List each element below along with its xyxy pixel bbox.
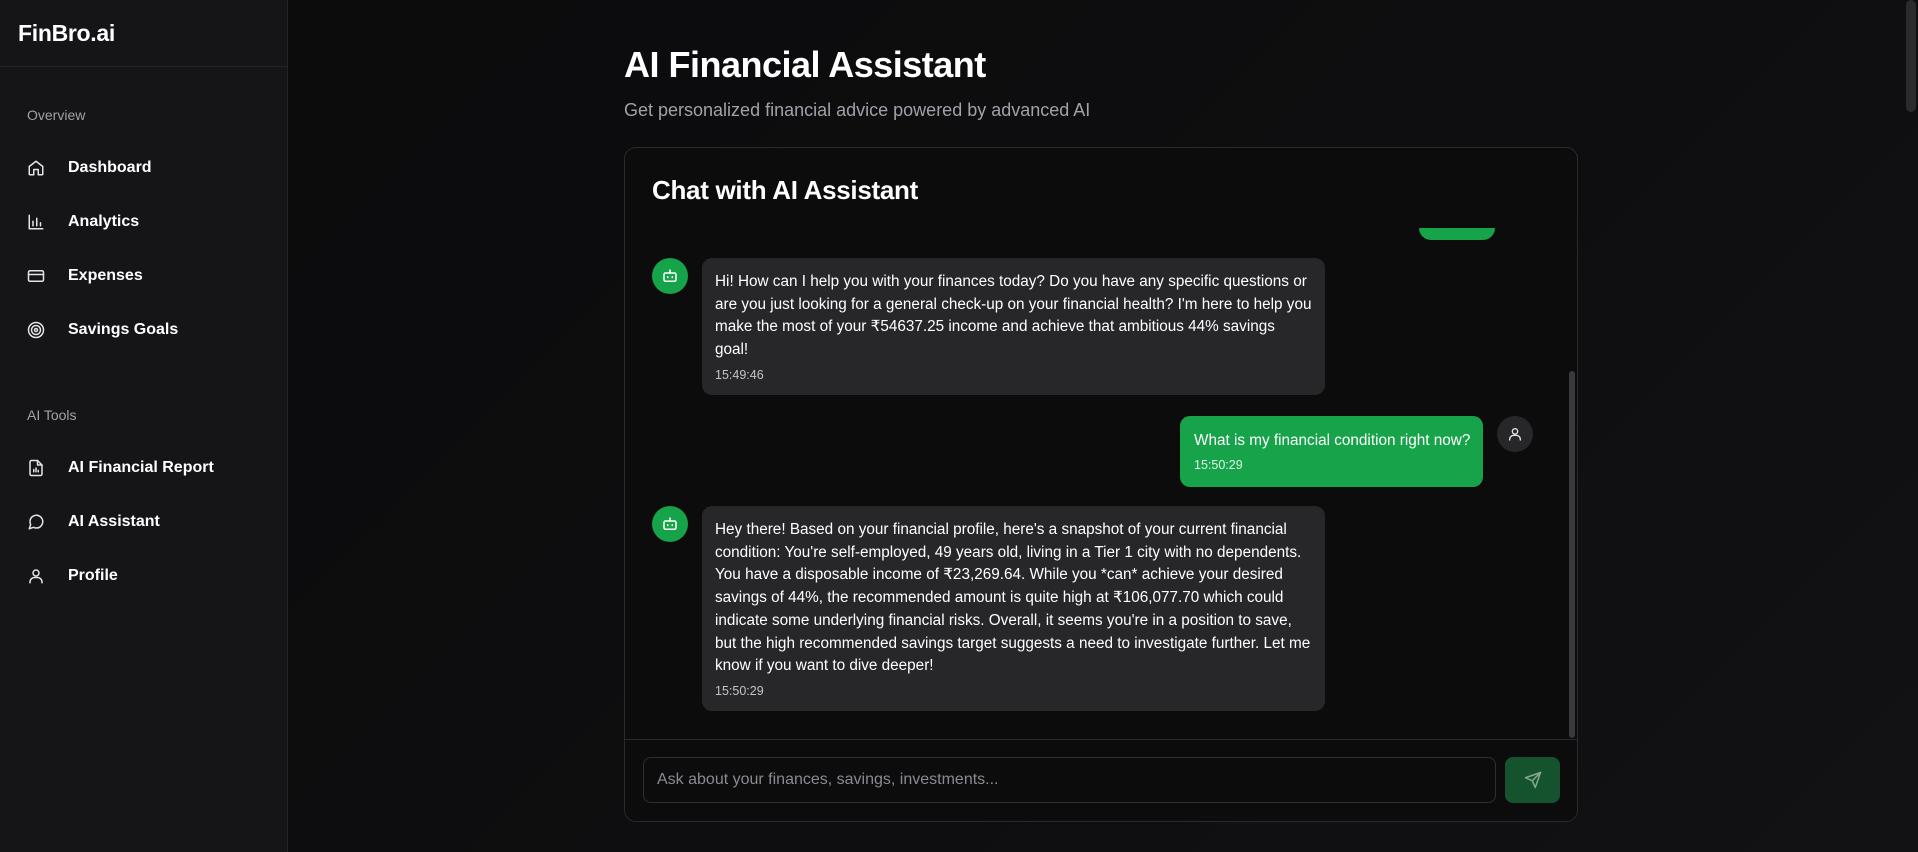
user-avatar — [1497, 416, 1534, 452]
bot-icon — [663, 517, 677, 530]
user-message-bubble: What is my financial condition right now… — [1180, 416, 1484, 487]
chat-scrollbar[interactable] — [1569, 371, 1575, 738]
sidebar-item-label: Analytics — [68, 213, 140, 230]
sidebar-item-label: AI Assistant — [68, 513, 160, 530]
section-label-ai-tools: AI Tools — [27, 407, 77, 423]
sidebar-item-label: Savings Goals — [68, 321, 179, 338]
assistant-message-bubble: Hi! How can I help you with your finance… — [702, 258, 1325, 395]
sidebar-item-label: AI Financial Report — [68, 459, 214, 476]
assistant-message: Hi! How can I help you with your finance… — [652, 258, 1325, 395]
chat-input-area — [625, 739, 1577, 821]
user-message: What is my financial condition right now… — [1180, 416, 1534, 487]
sidebar-item-label: Dashboard — [68, 159, 152, 176]
sidebar-item-label: Profile — [68, 567, 118, 584]
user-icon — [1509, 428, 1522, 441]
user-icon — [27, 567, 45, 585]
message-text: Hey there! Based on your financial profi… — [715, 521, 1311, 675]
message-text: What is my financial condition right now… — [1194, 432, 1471, 449]
message-time: 15:49:46 — [715, 367, 764, 382]
send-icon — [1524, 771, 1541, 789]
bot-avatar — [652, 506, 688, 542]
sidebar-item-label: Expenses — [68, 267, 143, 284]
message-text: Hi! How can I help you with your finance… — [715, 273, 1312, 359]
brand-logo[interactable]: FinBro.ai — [0, 0, 287, 67]
bar-chart-icon — [27, 213, 45, 231]
message-circle-icon — [27, 513, 45, 531]
sidebar-item-profile[interactable]: Profile — [0, 549, 287, 603]
sidebar-item-expenses[interactable]: Expenses — [0, 249, 287, 303]
sidebar-item-dashboard[interactable]: Dashboard — [0, 141, 287, 195]
page-scrollbar[interactable] — [1906, 0, 1916, 112]
message-time: 15:50:29 — [715, 683, 764, 698]
chat-card: Chat with AI Assistant Hi! How can I hel… — [624, 147, 1578, 822]
sidebar-item-ai-assistant[interactable]: AI Assistant — [0, 495, 287, 549]
sidebar-item-savings-goals[interactable]: Savings Goals — [0, 303, 287, 357]
send-button[interactable] — [1505, 757, 1560, 803]
chat-title: Chat with AI Assistant — [652, 175, 918, 205]
assistant-message-bubble: Hey there! Based on your financial profi… — [702, 506, 1325, 711]
file-report-icon — [27, 459, 45, 477]
bot-avatar — [652, 258, 688, 294]
home-icon — [27, 159, 45, 177]
section-label-overview: Overview — [27, 107, 86, 123]
main-content: AI Financial Assistant Get personalized … — [624, 0, 1578, 822]
chat-input[interactable] — [643, 757, 1496, 803]
credit-card-icon — [27, 267, 45, 285]
target-icon — [27, 321, 45, 339]
sidebar-item-ai-financial-report[interactable]: AI Financial Report — [0, 441, 287, 495]
sidebar: FinBro.ai Overview Dashboard Analytics E… — [0, 0, 288, 852]
page-title: AI Financial Assistant — [624, 44, 986, 85]
user-message-bubble-partial — [1419, 228, 1495, 240]
bot-icon — [663, 269, 677, 282]
message-time: 15:50:29 — [1194, 458, 1243, 472]
sidebar-item-analytics[interactable]: Analytics — [0, 195, 287, 249]
page-subtitle: Get personalized financial advice powere… — [624, 100, 1091, 120]
assistant-message: Hey there! Based on your financial profi… — [652, 506, 1325, 711]
